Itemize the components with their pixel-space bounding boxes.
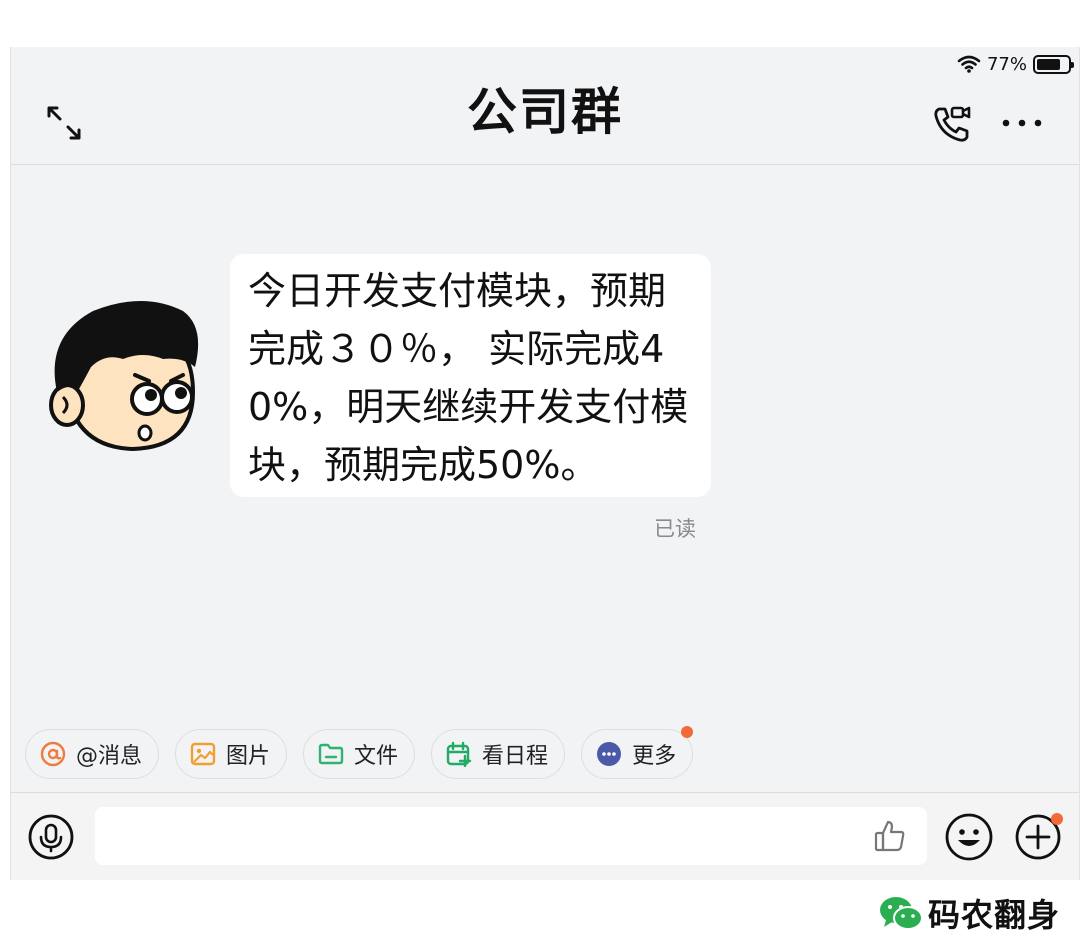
avatar[interactable]: [43, 297, 203, 457]
schedule-button[interactable]: 看日程: [431, 729, 566, 779]
mention-label: @消息: [76, 744, 143, 769]
wifi-icon: [957, 55, 981, 73]
folder-icon: [318, 743, 344, 765]
expand-icon[interactable]: [45, 104, 83, 142]
battery-icon: [1033, 54, 1074, 74]
watermark-text: 码农翻身: [928, 896, 1061, 934]
more-actions-button[interactable]: 更多: [581, 726, 694, 779]
message-bubble[interactable]: 今日开发支付模块，预期完成３０％， 实际完成40%，明天继续开发支付模块，预期完…: [230, 254, 711, 497]
more-icon[interactable]: [999, 115, 1045, 131]
emoji-icon[interactable]: [944, 812, 994, 862]
plus-badge: [1051, 813, 1063, 825]
quick-actions: @消息 图片 文件 看日程 更多: [25, 726, 694, 779]
chat-title: 公司群: [467, 83, 623, 141]
video-call-icon[interactable]: [931, 103, 973, 145]
image-icon: [190, 742, 216, 766]
file-label: 文件: [354, 744, 399, 769]
more-actions-label: 更多: [632, 744, 677, 769]
thumbs-up-icon[interactable]: [873, 819, 907, 853]
wechat-icon: [880, 897, 923, 930]
message-text: 今日开发支付模块，预期完成３０％， 实际完成40%，明天继续开发支付模块，预期完…: [248, 269, 689, 487]
input-bar: [11, 792, 1079, 880]
image-button[interactable]: 图片: [175, 729, 288, 779]
notification-badge: [681, 726, 694, 738]
microphone-icon[interactable]: [27, 813, 75, 861]
message-input[interactable]: [95, 807, 927, 865]
image-label: 图片: [226, 744, 271, 769]
calendar-icon: [446, 741, 472, 767]
more-dots-icon: [597, 742, 622, 766]
file-button[interactable]: 文件: [303, 729, 416, 779]
read-status: 已读: [654, 517, 696, 541]
chat-screen: 77% 公司群 今日开发支付模块，预期完成３０％， 实际完成40%，明天继续开发…: [10, 47, 1080, 880]
at-icon: [40, 741, 66, 767]
chat-header: 77% 公司群: [11, 47, 1079, 165]
mention-button[interactable]: @消息: [25, 729, 160, 779]
watermark: 码农翻身: [878, 890, 1060, 936]
schedule-label: 看日程: [482, 744, 549, 769]
